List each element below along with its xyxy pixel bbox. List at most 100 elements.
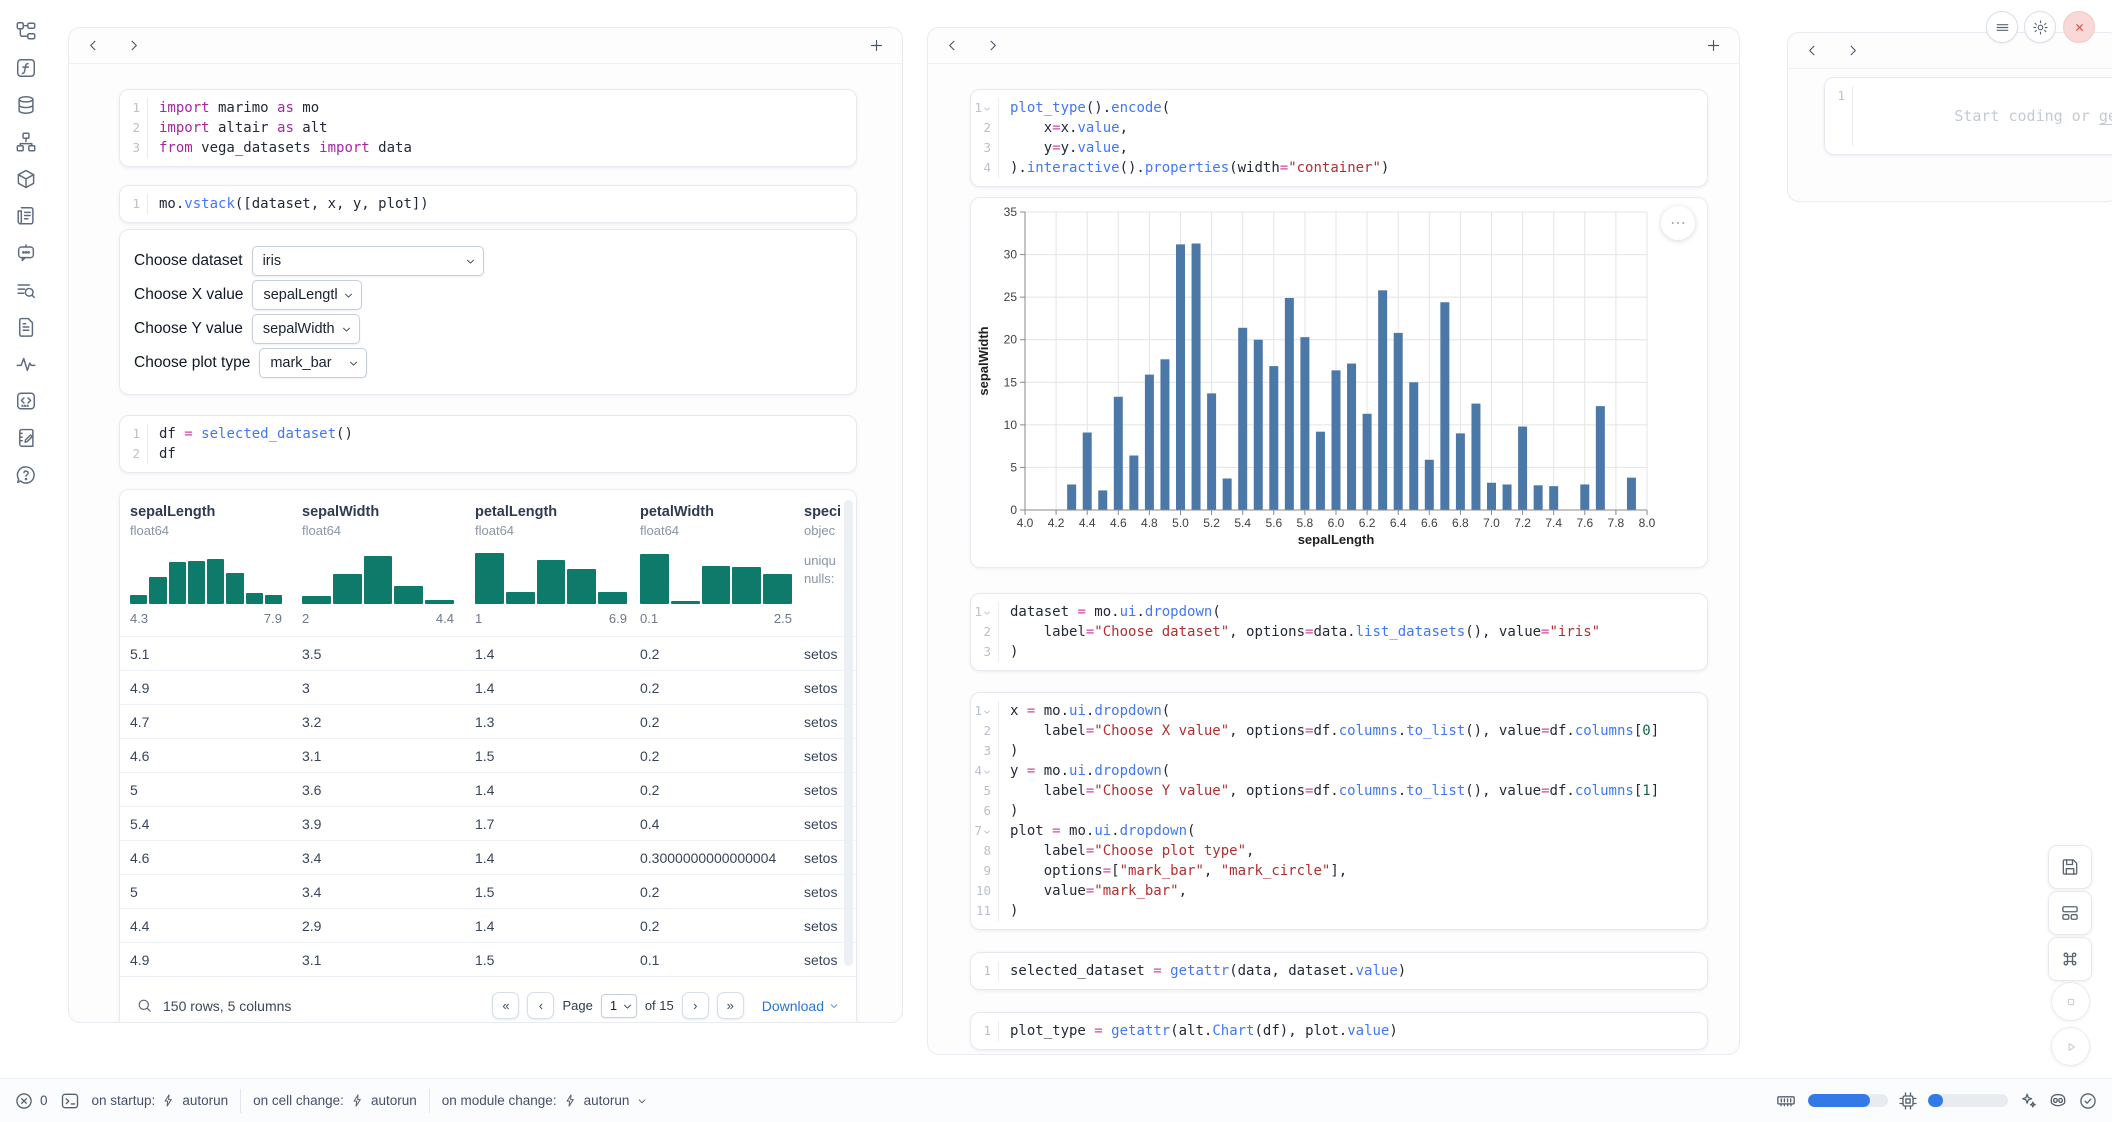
page-select[interactable]: 1 (601, 994, 637, 1018)
imports-cell-editor[interactable]: 1import marimo as mo2import altair as al… (119, 89, 857, 167)
plot-type-dropdown[interactable]: mark_bar (259, 348, 367, 378)
terminal-icon[interactable] (60, 1091, 80, 1111)
generate-with-ai-link[interactable]: generate (2099, 107, 2112, 125)
column-next-button[interactable] (125, 37, 143, 55)
runtime-config-2[interactable]: on cell change:autorun (253, 1093, 417, 1108)
table-row[interactable]: 5.13.51.40.2setos (120, 636, 856, 670)
next-page-button[interactable]: › (682, 992, 709, 1019)
copilot-icon[interactable] (2048, 1091, 2068, 1111)
column-next-button[interactable] (984, 37, 1002, 55)
first-page-button[interactable]: « (492, 992, 519, 1019)
runtime-config-1[interactable]: on startup:autorun (92, 1093, 229, 1108)
code-line: import marimo as mo (148, 98, 319, 118)
gear-icon[interactable] (2024, 11, 2056, 43)
prev-page-button[interactable]: ‹ (527, 992, 554, 1019)
table-row[interactable]: 53.41.50.2setos (120, 874, 856, 908)
table-footer: 150 rows, 5 columns « ‹ Page 1 of 15 › »… (120, 976, 856, 1022)
close-icon[interactable] (2063, 11, 2095, 43)
run-button[interactable] (2051, 1027, 2090, 1066)
code-line: label="Choose Y value", options=df.colum… (999, 781, 1659, 801)
vstack-cell-editor[interactable]: 1mo.vstack([dataset, x, y, plot]) (119, 185, 857, 223)
column-prev-button[interactable] (85, 37, 103, 55)
ai-sparkles-icon[interactable] (2018, 1091, 2038, 1111)
fold-icon[interactable] (983, 708, 991, 716)
add-column-button[interactable] (868, 37, 886, 55)
divider (240, 1089, 241, 1113)
search-icon[interactable] (136, 997, 153, 1014)
fold-icon[interactable] (983, 828, 991, 836)
line-number: 6 (971, 801, 999, 821)
chart-menu-button[interactable] (1661, 206, 1695, 240)
column-prev-button[interactable] (1804, 42, 1822, 60)
documentation-icon[interactable] (15, 316, 37, 338)
line-number: 8 (971, 841, 999, 861)
table-row[interactable]: 4.63.11.50.2setos (120, 738, 856, 772)
snippets-icon[interactable] (15, 390, 37, 412)
stop-button[interactable] (2051, 982, 2090, 1021)
sepal-bar-chart[interactable]: 4.04.24.44.64.85.05.25.45.65.86.06.26.46… (970, 197, 1708, 568)
scratchpad-icon[interactable] (15, 427, 37, 449)
table-row[interactable]: 4.63.41.40.3000000000000004setos (120, 840, 856, 874)
menu-icon[interactable] (1986, 11, 2018, 43)
table-row[interactable]: 53.61.40.2setos (120, 772, 856, 806)
fold-icon[interactable] (983, 768, 991, 776)
line-number: 4 (971, 158, 999, 178)
dependency-graph-icon[interactable] (15, 131, 37, 153)
last-page-button[interactable]: » (717, 992, 744, 1019)
plot-type-cell-editor[interactable]: 1plot_type = getattr(alt.Chart(df), plot… (970, 1012, 1708, 1050)
table-scrollbar[interactable] (844, 500, 853, 966)
command-palette-button[interactable] (2048, 937, 2092, 981)
layout-button[interactable] (2048, 891, 2092, 935)
selected-dataset-cell-editor[interactable]: 1selected_dataset = getattr(data, datase… (970, 952, 1708, 990)
error-count-badge[interactable]: 0 (14, 1091, 48, 1111)
line-number: 7 (971, 821, 999, 841)
database-icon[interactable] (15, 94, 37, 116)
add-column-button[interactable] (1705, 37, 1723, 55)
cpu-icon (1898, 1091, 1918, 1111)
dataset-dropdown[interactable]: iris (252, 246, 484, 276)
svg-text:20: 20 (1004, 333, 1018, 347)
tracing-icon[interactable] (15, 353, 37, 375)
file-tree-icon[interactable] (15, 20, 37, 42)
table-row[interactable]: 4.73.21.30.2setos (120, 704, 856, 738)
table-row[interactable]: 5.43.91.70.4setos (120, 806, 856, 840)
xy-plot-dropdowns-cell-editor[interactable]: 1x = mo.ui.dropdown(2 label="Choose X va… (970, 692, 1708, 930)
code-line: y = mo.ui.dropdown( (999, 761, 1170, 781)
table-row[interactable]: 4.931.40.2setos (120, 670, 856, 704)
dataset-dropdown-cell-editor[interactable]: 1dataset = mo.ui.dropdown(2 label="Choos… (970, 593, 1708, 671)
fold-icon[interactable] (983, 105, 991, 113)
column-histogram (640, 550, 792, 604)
column-header-sepalWidth[interactable]: sepalWidthfloat6424.4 (302, 504, 475, 626)
code-line: df (148, 444, 176, 464)
status-check-icon[interactable] (2078, 1091, 2098, 1111)
download-button[interactable]: Download (762, 998, 840, 1014)
logs-icon[interactable] (15, 205, 37, 227)
table-row[interactable]: 4.42.91.40.2setos (120, 908, 856, 942)
column-histogram (475, 550, 627, 604)
empty-cell-editor[interactable]: 1 Start coding or generate with (1824, 77, 2112, 155)
code-line: dataset = mo.ui.dropdown( (999, 602, 1221, 622)
column-prev-button[interactable] (944, 37, 962, 55)
svg-text:30: 30 (1004, 248, 1018, 262)
column-header-sepalLength[interactable]: sepalLengthfloat644.37.9 (130, 504, 302, 626)
line-number: 3 (120, 138, 148, 158)
code-line: ) (999, 901, 1018, 921)
svg-text:7.0: 7.0 (1483, 516, 1500, 530)
runtime-config-3[interactable]: on module change:autorun (442, 1093, 650, 1108)
y-value-dropdown[interactable]: sepalWidth (252, 314, 360, 344)
x-value-dropdown[interactable]: sepalLength (252, 280, 362, 310)
packages-icon[interactable] (15, 168, 37, 190)
fold-icon[interactable] (983, 609, 991, 617)
help-icon[interactable] (15, 464, 37, 486)
df-cell-editor[interactable]: 1df = selected_dataset()2df (119, 415, 857, 473)
save-button[interactable] (2048, 845, 2092, 889)
plot-cell-editor[interactable]: 1plot_type().encode(2 x=x.value,3 y=y.va… (970, 89, 1708, 187)
column-header-petalWidth[interactable]: petalWidthfloat640.12.5 (640, 504, 804, 626)
svg-text:0: 0 (1010, 503, 1017, 517)
chat-icon[interactable] (15, 242, 37, 264)
column-header-petalLength[interactable]: petalLengthfloat6416.9 (475, 504, 640, 626)
table-row[interactable]: 4.93.11.50.1setos (120, 942, 856, 976)
outline-icon[interactable] (15, 279, 37, 301)
column-next-button[interactable] (1844, 42, 1862, 60)
function-icon[interactable] (15, 57, 37, 79)
